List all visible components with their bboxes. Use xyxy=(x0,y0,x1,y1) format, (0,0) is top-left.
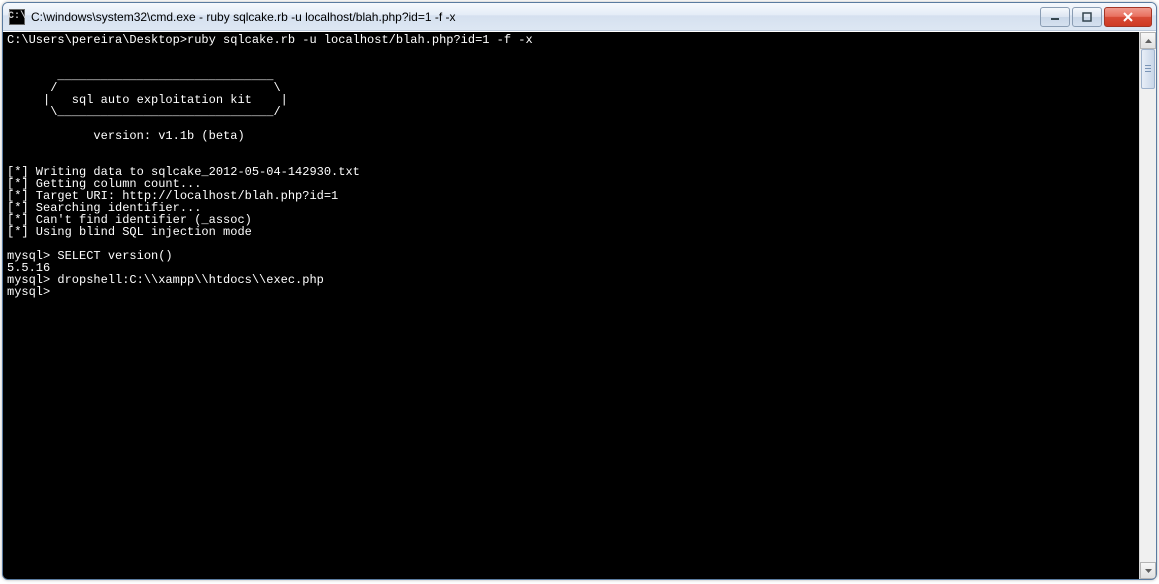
vertical-scrollbar[interactable] xyxy=(1139,32,1156,579)
close-icon xyxy=(1122,12,1134,22)
scroll-thumb[interactable] xyxy=(1141,49,1155,89)
prompt-line: C:\Users\pereira\Desktop>ruby sqlcake.rb… xyxy=(7,33,533,47)
minimize-icon xyxy=(1050,12,1060,22)
minimize-button[interactable] xyxy=(1040,7,1070,27)
version-line: version: v1.1b (beta) xyxy=(7,129,245,143)
close-button[interactable] xyxy=(1104,7,1152,27)
chevron-up-icon xyxy=(1145,39,1152,43)
maximize-button[interactable] xyxy=(1072,7,1102,27)
scroll-up-button[interactable] xyxy=(1140,32,1156,49)
maximize-icon xyxy=(1082,12,1092,22)
window-controls xyxy=(1038,7,1152,27)
client-area: C:\Users\pereira\Desktop>ruby sqlcake.rb… xyxy=(3,31,1156,579)
mysql-prompt: mysql> xyxy=(7,285,50,299)
banner-line: \______________________________/ xyxy=(7,105,281,119)
scroll-track[interactable] xyxy=(1140,49,1156,562)
scroll-down-button[interactable] xyxy=(1140,562,1156,579)
cmd-window: C:\ C:\windows\system32\cmd.exe - ruby s… xyxy=(2,2,1157,580)
chevron-down-icon xyxy=(1145,569,1152,573)
status-line: [*] Using blind SQL injection mode xyxy=(7,225,252,239)
terminal-output[interactable]: C:\Users\pereira\Desktop>ruby sqlcake.rb… xyxy=(3,32,1139,579)
window-title: C:\windows\system32\cmd.exe - ruby sqlca… xyxy=(31,10,1038,24)
cmd-icon: C:\ xyxy=(9,9,25,25)
titlebar[interactable]: C:\ C:\windows\system32\cmd.exe - ruby s… xyxy=(3,3,1156,31)
mysql-prompt: mysql> dropshell:C:\\xampp\\htdocs\\exec… xyxy=(7,273,324,287)
